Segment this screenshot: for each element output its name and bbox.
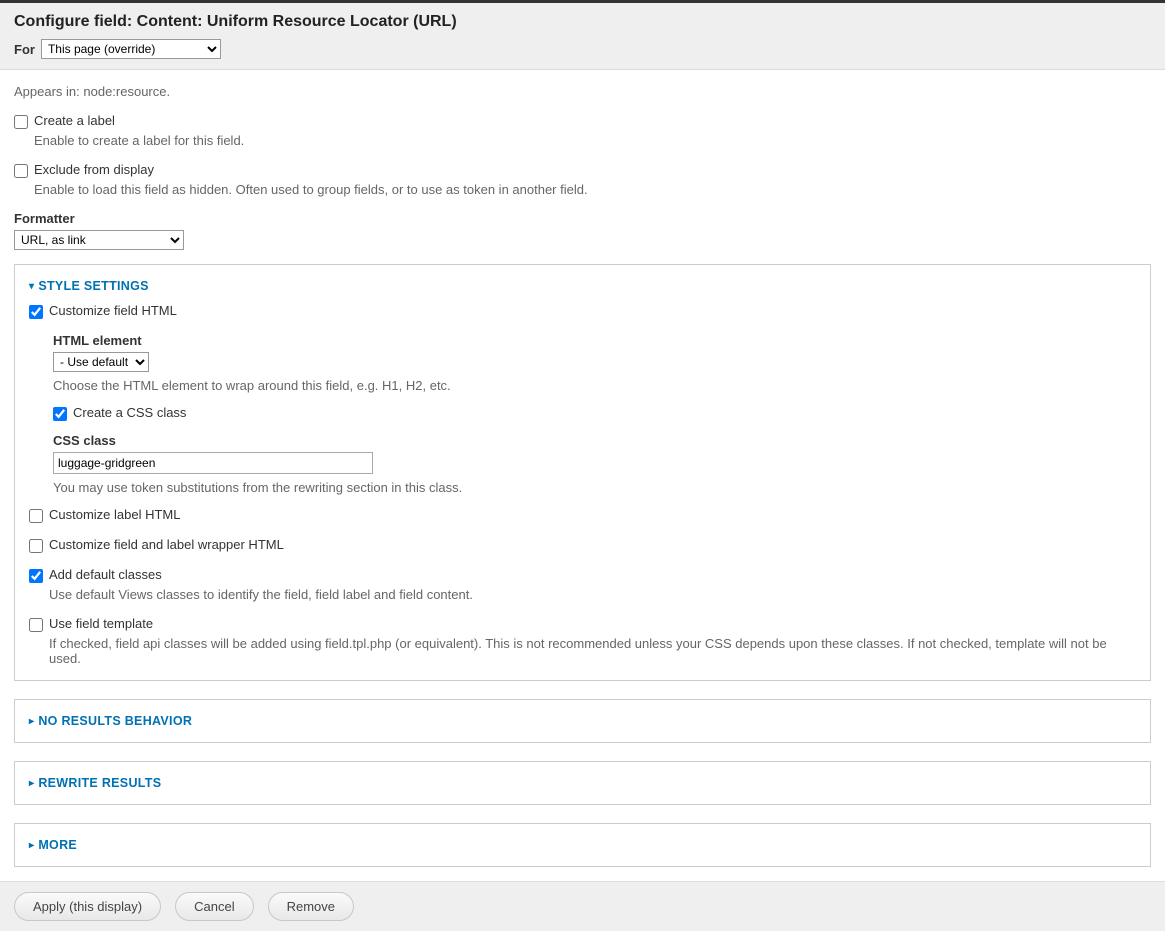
chevron-right-icon: ▸ (29, 716, 34, 727)
no-results-legend-text: No Results Behavior (38, 714, 192, 728)
css-class-label: CSS class (53, 433, 1136, 448)
no-results-legend[interactable]: ▸ No Results Behavior (29, 714, 1136, 728)
chevron-right-icon: ▸ (29, 778, 34, 789)
customize-field-html-text: Customize field HTML (49, 303, 177, 318)
create-label-row: Create a label Enable to create a label … (14, 113, 1151, 148)
customize-wrapper-html-text: Customize field and label wrapper HTML (49, 537, 284, 552)
style-settings-fieldset: ▾ Style Settings Customize field HTML HT… (14, 264, 1151, 681)
apply-button[interactable]: Apply (this display) (14, 892, 161, 921)
chevron-down-icon: ▾ (29, 281, 34, 292)
html-element-label: HTML element (53, 333, 1136, 348)
no-results-fieldset: ▸ No Results Behavior (14, 699, 1151, 743)
style-settings-legend-text: Style Settings (38, 279, 148, 293)
html-element-block: HTML element - Use default - Choose the … (53, 333, 1136, 393)
create-label-checkbox[interactable] (14, 115, 28, 129)
customize-label-html-checkbox[interactable] (29, 509, 43, 523)
exclude-display-desc: Enable to load this field as hidden. Oft… (34, 182, 1151, 197)
add-default-classes-text: Add default classes (49, 567, 162, 582)
chevron-right-icon: ▸ (29, 840, 34, 851)
customize-wrapper-html-checkbox[interactable] (29, 539, 43, 553)
rewrite-results-fieldset: ▸ Rewrite Results (14, 761, 1151, 805)
dialog-container: Configure field: Content: Uniform Resour… (0, 0, 1165, 931)
add-default-classes-desc: Use default Views classes to identify th… (49, 587, 1136, 602)
create-css-class-row: Create a CSS class (53, 405, 1136, 421)
html-element-select[interactable]: - Use default - (53, 352, 149, 372)
formatter-select[interactable]: URL, as link (14, 230, 184, 250)
css-class-block: CSS class You may use token substitution… (53, 433, 1136, 495)
use-field-template-checkbox[interactable] (29, 618, 43, 632)
customize-label-html-text: Customize label HTML (49, 507, 181, 522)
exclude-display-row: Exclude from display Enable to load this… (14, 162, 1151, 197)
create-label-text: Create a label (34, 113, 115, 128)
add-default-classes-row: Add default classes Use default Views cl… (29, 567, 1136, 602)
style-settings-legend[interactable]: ▾ Style Settings (29, 279, 1136, 293)
use-field-template-desc: If checked, field api classes will be ad… (49, 636, 1136, 666)
button-bar: Apply (this display) Cancel Remove (0, 881, 1165, 931)
customize-wrapper-html-row: Customize field and label wrapper HTML (29, 537, 1136, 553)
cancel-button[interactable]: Cancel (175, 892, 253, 921)
appears-in-text: Appears in: node:resource. (14, 84, 1151, 99)
customize-label-html-row: Customize label HTML (29, 507, 1136, 523)
rewrite-results-legend[interactable]: ▸ Rewrite Results (29, 776, 1136, 790)
css-class-input[interactable] (53, 452, 373, 474)
formatter-label: Formatter (14, 211, 1151, 226)
css-class-desc: You may use token substitutions from the… (53, 480, 1136, 495)
more-legend-text: More (38, 838, 77, 852)
customize-field-html-row: Customize field HTML (29, 303, 1136, 319)
for-label: For (14, 42, 35, 57)
use-field-template-row: Use field template If checked, field api… (29, 616, 1136, 666)
create-label-desc: Enable to create a label for this field. (34, 133, 1151, 148)
more-fieldset: ▸ More (14, 823, 1151, 867)
html-element-desc: Choose the HTML element to wrap around t… (53, 378, 1136, 393)
for-select[interactable]: This page (override) (41, 39, 221, 59)
add-default-classes-checkbox[interactable] (29, 569, 43, 583)
dialog-title: Configure field: Content: Uniform Resour… (14, 13, 1151, 31)
create-css-class-text: Create a CSS class (73, 405, 186, 420)
create-css-class-checkbox[interactable] (53, 407, 67, 421)
exclude-display-checkbox[interactable] (14, 164, 28, 178)
formatter-row: Formatter URL, as link (14, 211, 1151, 250)
rewrite-results-legend-text: Rewrite Results (38, 776, 161, 790)
main-content: Appears in: node:resource. Create a labe… (0, 70, 1165, 881)
for-row: For This page (override) (14, 39, 1151, 59)
more-legend[interactable]: ▸ More (29, 838, 1136, 852)
exclude-display-text: Exclude from display (34, 162, 154, 177)
style-settings-body: Customize field HTML HTML element - Use … (29, 303, 1136, 666)
use-field-template-text: Use field template (49, 616, 153, 631)
dialog-header: Configure field: Content: Uniform Resour… (0, 3, 1165, 70)
customize-field-html-checkbox[interactable] (29, 305, 43, 319)
remove-button[interactable]: Remove (268, 892, 354, 921)
